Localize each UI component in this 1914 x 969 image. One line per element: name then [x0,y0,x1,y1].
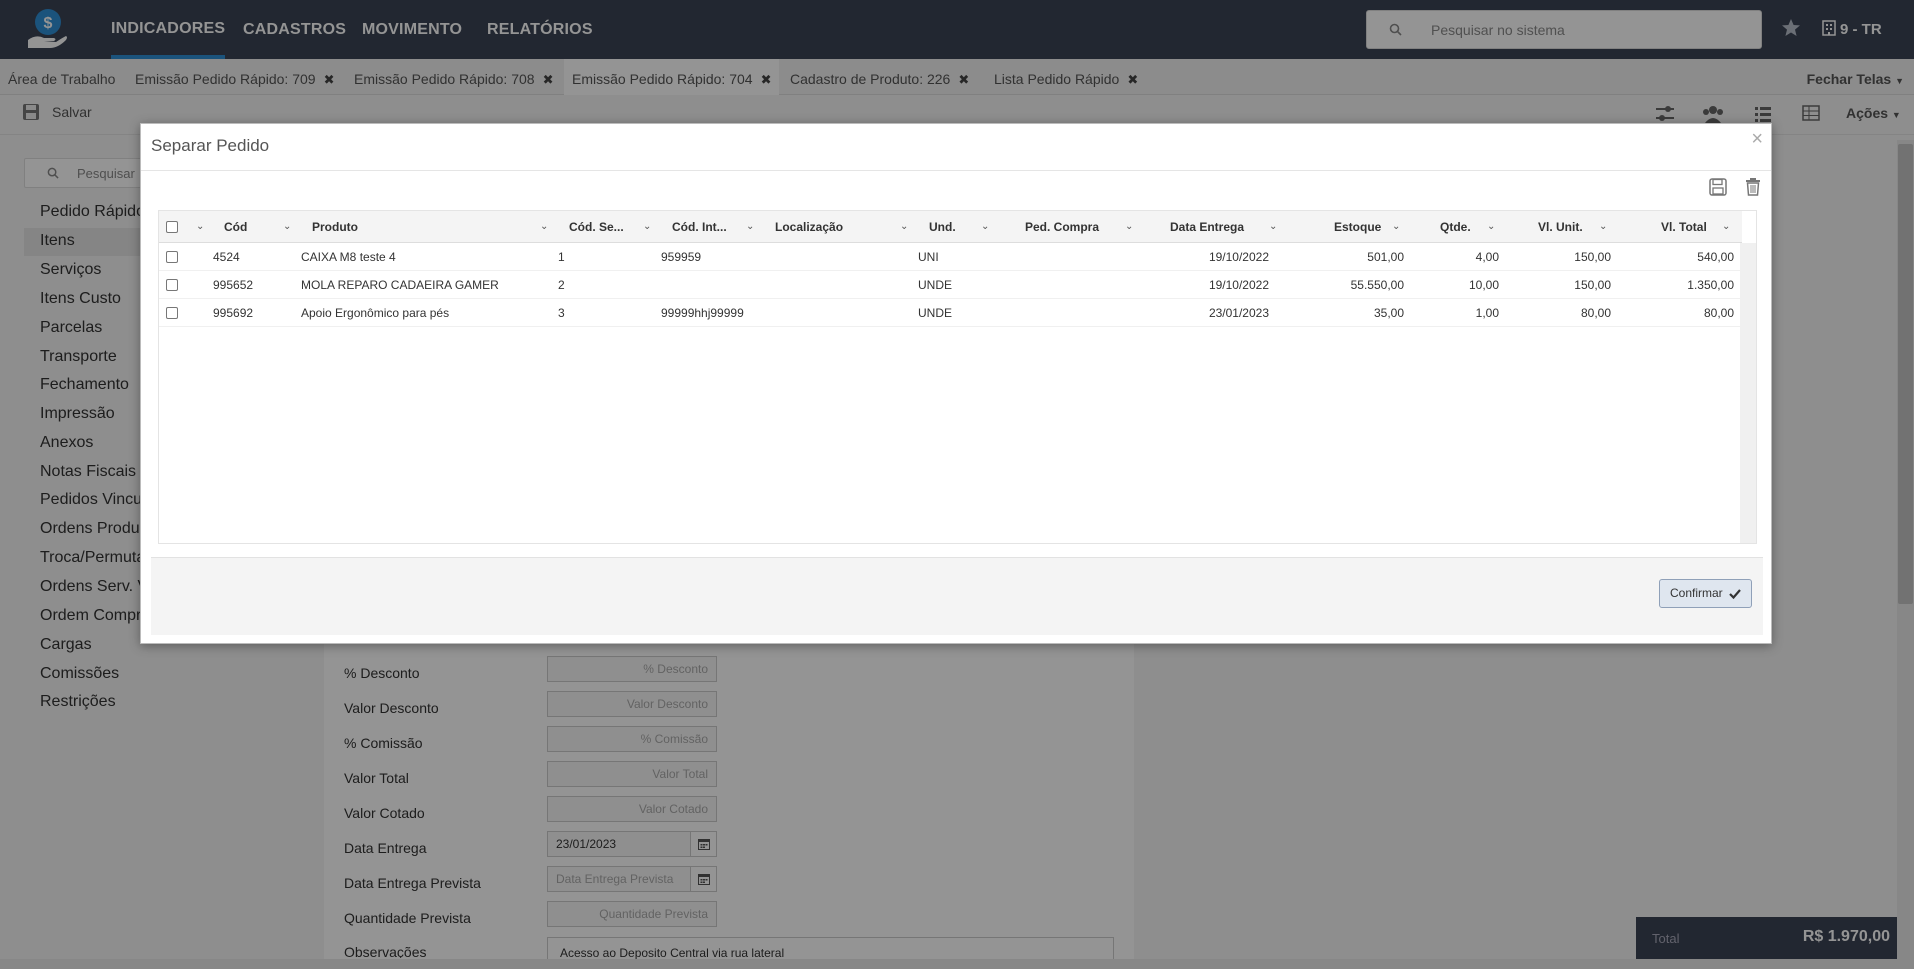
cell-estoque: 55.550,00 [1350,278,1404,292]
table-row[interactable]: 995692 Apoio Ergonômico para pés 3 99999… [159,299,1742,327]
cell-estoque: 35,00 [1373,306,1404,320]
table-row[interactable]: 995652 MOLA REPARO CADAEIRA GAMER 2 UNDE… [159,271,1742,299]
save-icon[interactable] [1709,178,1727,199]
column-menu-icon[interactable]: ⌄ [1125,211,1133,243]
cell-cod: 995652 [213,278,254,292]
col-header-ped-compra[interactable]: Ped. Compra [1025,211,1099,243]
grid-scrollbar[interactable] [1740,243,1756,543]
col-header-und[interactable]: Und. [929,211,956,243]
cell-produto: CAIXA M8 teste 4 [301,250,396,264]
cell-qtde: 4,00 [1475,250,1499,264]
col-header-qtde[interactable]: Qtde. [1440,211,1471,243]
col-header-vl-total[interactable]: Vl. Total [1661,211,1707,243]
cell-data-entrega: 23/01/2023 [1208,306,1269,320]
column-menu-icon[interactable]: ⌄ [1599,211,1607,243]
separar-pedido-modal: Separar Pedido × ⌄ Cód ⌄ Produto ⌄ Cód. … [140,123,1772,644]
col-header-produto[interactable]: Produto [312,211,358,243]
cell-vl-total: 540,00 [1697,250,1734,264]
column-menu-icon[interactable]: ⌄ [643,211,651,243]
select-all-checkbox[interactable] [166,221,178,233]
column-menu-icon[interactable]: ⌄ [1722,211,1730,243]
column-menu-icon[interactable]: ⌄ [283,211,291,243]
col-header-vl-unit[interactable]: Vl. Unit. [1538,211,1583,243]
column-menu-icon[interactable]: ⌄ [900,211,908,243]
cell-cod: 4524 [213,250,240,264]
confirm-label: Confirmar [1670,586,1723,600]
column-menu-icon[interactable]: ⌄ [746,211,754,243]
col-header-data-entrega[interactable]: Data Entrega [1170,211,1244,243]
column-menu-icon[interactable]: ⌄ [540,211,548,243]
check-icon [1729,580,1741,617]
cell-data-entrega: 19/10/2022 [1208,278,1269,292]
cell-estoque: 501,00 [1367,250,1404,264]
column-menu-icon[interactable]: ⌄ [1392,211,1400,243]
separar-pedido-grid: ⌄ Cód ⌄ Produto ⌄ Cód. Se... ⌄ Cód. Int.… [158,210,1757,544]
cell-vl-unit: 80,00 [1580,306,1611,320]
cell-cod-seq: 1 [558,250,565,264]
col-header-cod-int[interactable]: Cód. Int... [672,211,727,243]
row-checkbox[interactable] [166,307,178,319]
cell-qtde: 1,00 [1475,306,1499,320]
column-menu-icon[interactable]: ⌄ [196,211,204,243]
column-menu-icon[interactable]: ⌄ [1269,211,1277,243]
column-menu-icon[interactable]: ⌄ [981,211,989,243]
cell-vl-total: 80,00 [1703,306,1734,320]
cell-produto: Apoio Ergonômico para pés [301,306,450,320]
confirm-button[interactable]: Confirmar [1659,579,1752,608]
cell-und: UNDE [918,306,953,320]
row-checkbox[interactable] [166,251,178,263]
table-row[interactable]: 4524 CAIXA M8 teste 4 1 959959 UNI 19/10… [159,243,1742,271]
cell-cod-seq: 2 [558,278,565,292]
close-icon[interactable]: × [1751,128,1763,151]
cell-und: UNDE [918,278,953,292]
cell-cod-seq: 3 [558,306,565,320]
column-menu-icon[interactable]: ⌄ [1487,211,1495,243]
cell-produto: MOLA REPARO CADAEIRA GAMER [301,278,499,292]
cell-data-entrega: 19/10/2022 [1208,250,1269,264]
col-header-estoque[interactable]: Estoque [1334,211,1381,243]
cell-vl-unit: 150,00 [1574,278,1611,292]
cell-vl-unit: 150,00 [1574,250,1611,264]
cell-qtde: 10,00 [1468,278,1499,292]
trash-icon[interactable] [1745,178,1761,199]
cell-cod-int: 99999hhj99999 [661,306,744,320]
cell-cod: 995692 [213,306,254,320]
modal-footer: Confirmar [151,557,1763,635]
modal-title: Separar Pedido [151,136,270,155]
col-header-localizacao[interactable]: Localização [775,211,843,243]
col-header-cod-seq[interactable]: Cód. Se... [569,211,624,243]
row-checkbox[interactable] [166,279,178,291]
cell-cod-int: 959959 [661,250,702,264]
col-header-cod[interactable]: Cód [224,211,247,243]
modal-divider [141,170,1771,171]
grid-header: ⌄ Cód ⌄ Produto ⌄ Cód. Se... ⌄ Cód. Int.… [159,211,1742,243]
cell-vl-total: 1.350,00 [1687,278,1734,292]
cell-und: UNI [918,250,939,264]
